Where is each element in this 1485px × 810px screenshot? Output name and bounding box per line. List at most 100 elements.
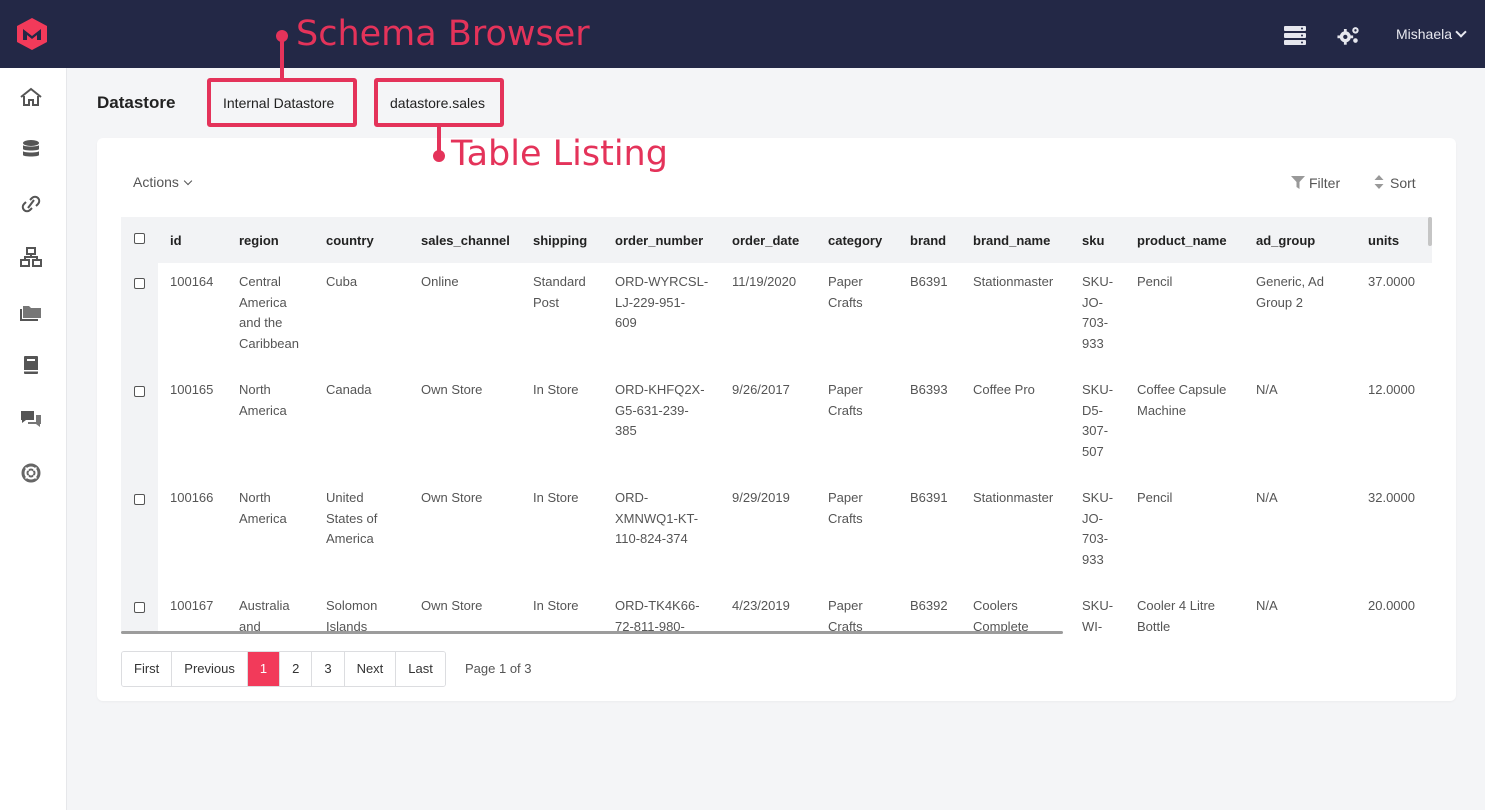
cell-line: 933 — [1082, 335, 1104, 351]
table-cell-shipping: Standard Post — [533, 272, 586, 313]
table-cell-sales-channel: Own Store — [421, 596, 482, 617]
cell-line: SKU- — [1082, 274, 1114, 289]
checkbox-column — [121, 263, 158, 633]
page-button-last[interactable]: Last — [396, 652, 445, 686]
cell-line: JO- — [1082, 510, 1103, 526]
cell-line: WI- — [1082, 618, 1103, 634]
link-icon[interactable] — [19, 193, 43, 215]
cell-line: States of — [326, 510, 378, 526]
table-cell-product-name: Pencil — [1137, 488, 1172, 509]
page-button-first[interactable]: First — [122, 652, 173, 686]
cell-line: 385 — [615, 423, 637, 438]
row-checkbox[interactable] — [134, 386, 145, 397]
column-header-product-name[interactable]: product_name — [1137, 233, 1227, 248]
cell-line: Coffee Pro — [973, 382, 1035, 397]
book-icon[interactable] — [19, 354, 43, 376]
cell-line: Pencil — [1137, 490, 1173, 505]
cell-line: LJ-229-951- — [615, 294, 686, 310]
page-button-3[interactable]: 3 — [312, 652, 345, 686]
schema-browser-annotation: Schema Browser — [296, 14, 590, 54]
table-cell-category: Paper Crafts — [828, 272, 863, 313]
table-listing-highlight — [374, 78, 504, 127]
page-button-next[interactable]: Next — [344, 652, 397, 686]
cell-line: 9/26/2017 — [732, 382, 790, 397]
actions-label: Actions — [133, 174, 179, 190]
chevron-down-icon — [183, 176, 193, 186]
cell-line: 37.0000 — [1368, 274, 1415, 289]
table-cell-units: 37.0000 — [1368, 272, 1415, 293]
cell-line: America — [326, 531, 374, 546]
home-icon[interactable] — [19, 86, 43, 108]
column-header-country[interactable]: country — [326, 233, 374, 248]
lifebuoy-icon[interactable] — [19, 462, 43, 484]
cell-line: Cooler 4 Litre — [1137, 598, 1216, 613]
column-header-shipping[interactable]: shipping — [533, 233, 587, 248]
cell-line: ORD- — [615, 490, 649, 505]
settings-gears-icon[interactable] — [1337, 24, 1361, 46]
cell-line: In Store — [533, 382, 579, 397]
column-header-order-number[interactable]: order_number — [615, 233, 703, 248]
table-cell-sales-channel: Own Store — [421, 488, 482, 509]
cell-line: Own Store — [421, 490, 483, 505]
cell-line: America — [239, 294, 287, 310]
select-all-checkbox[interactable] — [134, 233, 145, 244]
table-cell-region: Central America and the Caribbean — [239, 272, 299, 354]
page-button-2[interactable]: 2 — [280, 652, 313, 686]
table-cell-category: Paper Crafts — [828, 488, 863, 529]
row-checkbox[interactable] — [134, 494, 145, 505]
column-header-brand-name[interactable]: brand_name — [973, 233, 1050, 248]
table-cell-order-number: ORD- XMNWQ1-KT- 110-824-374 — [615, 488, 698, 550]
user-menu[interactable]: Mishaela — [1396, 26, 1467, 42]
actions-dropdown[interactable]: Actions — [133, 174, 193, 190]
table-cell-ad-group: N/A — [1256, 488, 1278, 509]
column-header-sku[interactable]: sku — [1082, 233, 1104, 248]
folder-icon[interactable] — [19, 300, 43, 322]
vertical-scrollbar[interactable] — [1428, 217, 1432, 246]
pagination: First Previous 1 2 3 Next Last — [121, 651, 446, 687]
server-icon[interactable] — [1283, 24, 1307, 46]
sort-button[interactable]: Sort — [1374, 175, 1416, 191]
network-icon[interactable] — [19, 246, 43, 268]
chat-icon[interactable] — [19, 408, 43, 430]
column-header-units[interactable]: units — [1368, 233, 1399, 248]
filter-button[interactable]: Filter — [1291, 175, 1340, 191]
column-header-id[interactable]: id — [170, 233, 182, 248]
column-header-brand[interactable]: brand — [910, 233, 946, 248]
cell-line: Crafts — [828, 402, 863, 418]
column-header-ad-group[interactable]: ad_group — [1256, 233, 1315, 248]
column-header-sales-channel[interactable]: sales_channel — [421, 233, 510, 248]
table-cell-shipping: In Store — [533, 596, 579, 617]
cell-line: 703- — [1082, 531, 1109, 546]
table-cell-sales-channel: Online — [421, 272, 459, 293]
page-button-previous[interactable]: Previous — [172, 652, 248, 686]
row-checkbox[interactable] — [134, 278, 145, 289]
cell-line: America — [239, 402, 287, 418]
column-header-region[interactable]: region — [239, 233, 279, 248]
cell-line: 307- — [1082, 423, 1109, 438]
filter-label: Filter — [1309, 175, 1341, 191]
app-logo-icon[interactable] — [14, 16, 50, 52]
cell-line: N/A — [1256, 598, 1278, 613]
horizontal-scrollbar[interactable] — [121, 631, 1063, 634]
sidebar — [0, 68, 67, 810]
table-cell-id: 100166 — [170, 490, 214, 505]
filter-icon — [1291, 176, 1305, 189]
cell-line: ORD-TK4K66- — [615, 598, 700, 613]
cell-line: United — [326, 490, 364, 505]
page-button-1[interactable]: 1 — [247, 652, 281, 686]
table-cell-brand: B6391 — [910, 488, 948, 509]
row-checkbox[interactable] — [134, 602, 145, 613]
column-header-order-date[interactable]: order_date — [732, 233, 799, 248]
cell-line: 32.0000 — [1368, 490, 1415, 505]
cell-line: N/A — [1256, 490, 1278, 505]
table-cell-product-name: Cooler 4 Litre Bottle — [1137, 596, 1215, 633]
cell-line: Canada — [326, 382, 372, 397]
database-icon[interactable] — [19, 139, 43, 161]
cell-line: In Store — [533, 598, 579, 613]
cell-line: D5- — [1082, 402, 1103, 418]
cell-line: Australia — [239, 598, 290, 613]
column-header-category[interactable]: category — [828, 233, 882, 248]
cell-line: North — [239, 382, 271, 397]
table-cell-order-number: ORD-KHFQ2X- G5-631-239- 385 — [615, 380, 705, 442]
chevron-down-icon — [1455, 26, 1467, 38]
